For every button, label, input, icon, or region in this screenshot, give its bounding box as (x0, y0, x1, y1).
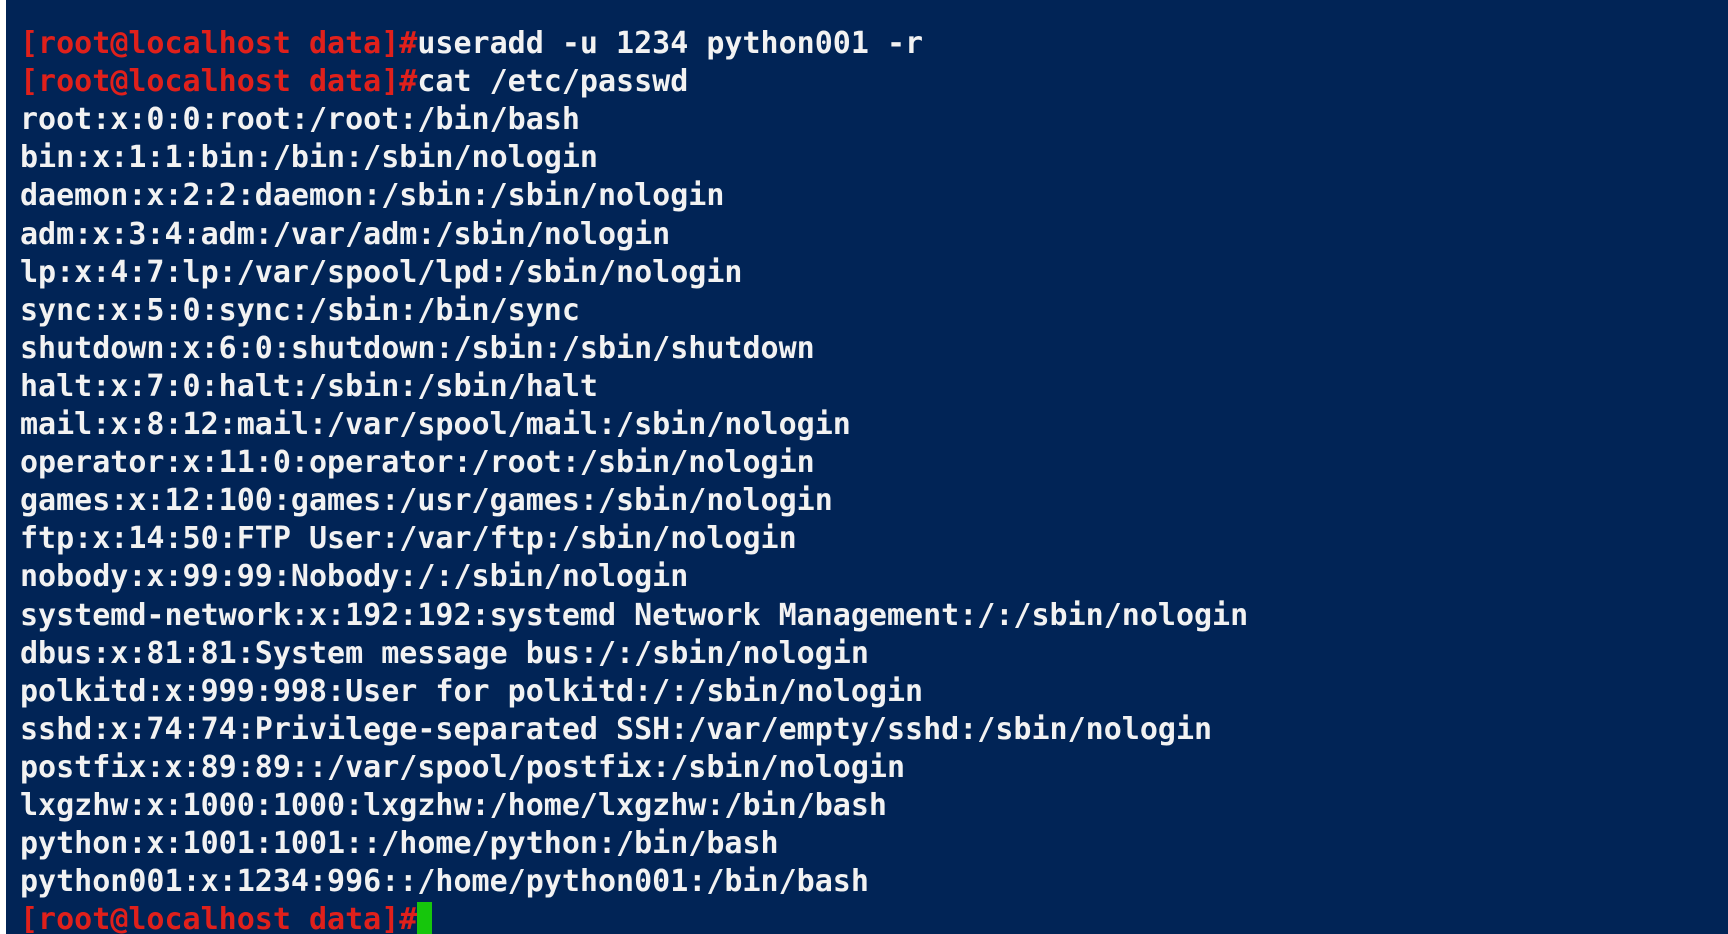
text-cursor (417, 902, 433, 934)
shell-prompt: [root@localhost data]# (20, 64, 418, 100)
command-text: cat /etc/passwd (417, 64, 689, 100)
output-text: root:x:0:0:root:/root:/bin/bash (20, 102, 580, 138)
shell-prompt: [root@localhost data]# (20, 26, 418, 62)
output-line: nobody:x:99:99:Nobody:/:/sbin/nologin (20, 558, 1248, 596)
output-line: bin:x:1:1:bin:/bin:/sbin/nologin (20, 139, 1248, 177)
output-line: ftp:x:14:50:FTP User:/var/ftp:/sbin/nolo… (20, 520, 1248, 558)
output-text: bin:x:1:1:bin:/bin:/sbin/nologin (20, 140, 598, 176)
output-text: postfix:x:89:89::/var/spool/postfix:/sbi… (20, 749, 906, 785)
output-line: sync:x:5:0:sync:/sbin:/bin/sync (20, 292, 1248, 330)
output-text: python001:x:1234:996::/home/python001:/b… (20, 864, 869, 900)
output-line: adm:x:3:4:adm:/var/adm:/sbin/nologin (20, 216, 1248, 254)
output-text: polkitd:x:999:998:User for polkitd:/:/sb… (20, 673, 924, 709)
output-line: python:x:1001:1001::/home/python:/bin/ba… (20, 825, 1248, 863)
output-line: mail:x:8:12:mail:/var/spool/mail:/sbin/n… (20, 406, 1248, 444)
output-text: shutdown:x:6:0:shutdown:/sbin:/sbin/shut… (20, 330, 815, 366)
output-line: daemon:x:2:2:daemon:/sbin:/sbin/nologin (20, 177, 1248, 215)
output-text: nobody:x:99:99:Nobody:/:/sbin/nologin (20, 559, 689, 595)
output-line: root:x:0:0:root:/root:/bin/bash (20, 101, 1248, 139)
output-line: operator:x:11:0:operator:/root:/sbin/nol… (20, 444, 1248, 482)
output-line: sshd:x:74:74:Privilege-separated SSH:/va… (20, 711, 1248, 749)
output-line: python001:x:1234:996::/home/python001:/b… (20, 863, 1248, 901)
output-line: lp:x:4:7:lp:/var/spool/lpd:/sbin/nologin (20, 254, 1248, 292)
output-text: sshd:x:74:74:Privilege-separated SSH:/va… (20, 711, 1213, 747)
output-line: games:x:12:100:games:/usr/games:/sbin/no… (20, 482, 1248, 520)
output-line: lxgzhw:x:1000:1000:lxgzhw:/home/lxgzhw:/… (20, 787, 1248, 825)
output-text: halt:x:7:0:halt:/sbin:/sbin/halt (20, 368, 598, 404)
output-line: shutdown:x:6:0:shutdown:/sbin:/sbin/shut… (20, 330, 1248, 368)
output-text: ftp:x:14:50:FTP User:/var/ftp:/sbin/nolo… (20, 521, 797, 557)
output-text: lp:x:4:7:lp:/var/spool/lpd:/sbin/nologin (20, 254, 743, 290)
command-line: [root@localhost data]#cat /etc/passwd (20, 63, 1248, 101)
output-text: systemd-network:x:192:192:systemd Networ… (20, 597, 1249, 633)
output-line: polkitd:x:999:998:User for polkitd:/:/sb… (20, 673, 1248, 711)
output-text: operator:x:11:0:operator:/root:/sbin/nol… (20, 445, 815, 481)
output-text: dbus:x:81:81:System message bus:/:/sbin/… (20, 635, 869, 671)
terminal-window[interactable]: [root@localhost data]#useradd -u 1234 py… (6, 0, 1728, 934)
output-text: adm:x:3:4:adm:/var/adm:/sbin/nologin (20, 216, 671, 252)
output-line: halt:x:7:0:halt:/sbin:/sbin/halt (20, 368, 1248, 406)
active-prompt-line[interactable]: [root@localhost data]# (20, 901, 1248, 934)
output-line (20, 0, 1248, 25)
output-text: sync:x:5:0:sync:/sbin:/bin/sync (20, 292, 580, 328)
command-text: useradd -u 1234 python001 -r (417, 26, 924, 62)
output-line: postfix:x:89:89::/var/spool/postfix:/sbi… (20, 749, 1248, 787)
command-line: [root@localhost data]#useradd -u 1234 py… (20, 25, 1248, 63)
shell-prompt: [root@localhost data]# (20, 902, 418, 934)
output-text: lxgzhw:x:1000:1000:lxgzhw:/home/lxgzhw:/… (20, 787, 887, 823)
output-text: mail:x:8:12:mail:/var/spool/mail:/sbin/n… (20, 407, 851, 443)
output-line: systemd-network:x:192:192:systemd Networ… (20, 597, 1248, 635)
output-text: games:x:12:100:games:/usr/games:/sbin/no… (20, 483, 833, 519)
terminal-output[interactable]: [root@localhost data]#useradd -u 1234 py… (20, 0, 1248, 934)
output-text: python:x:1001:1001::/home/python:/bin/ba… (20, 826, 779, 862)
output-line: dbus:x:81:81:System message bus:/:/sbin/… (20, 635, 1248, 673)
output-text: daemon:x:2:2:daemon:/sbin:/sbin/nologin (20, 178, 725, 214)
